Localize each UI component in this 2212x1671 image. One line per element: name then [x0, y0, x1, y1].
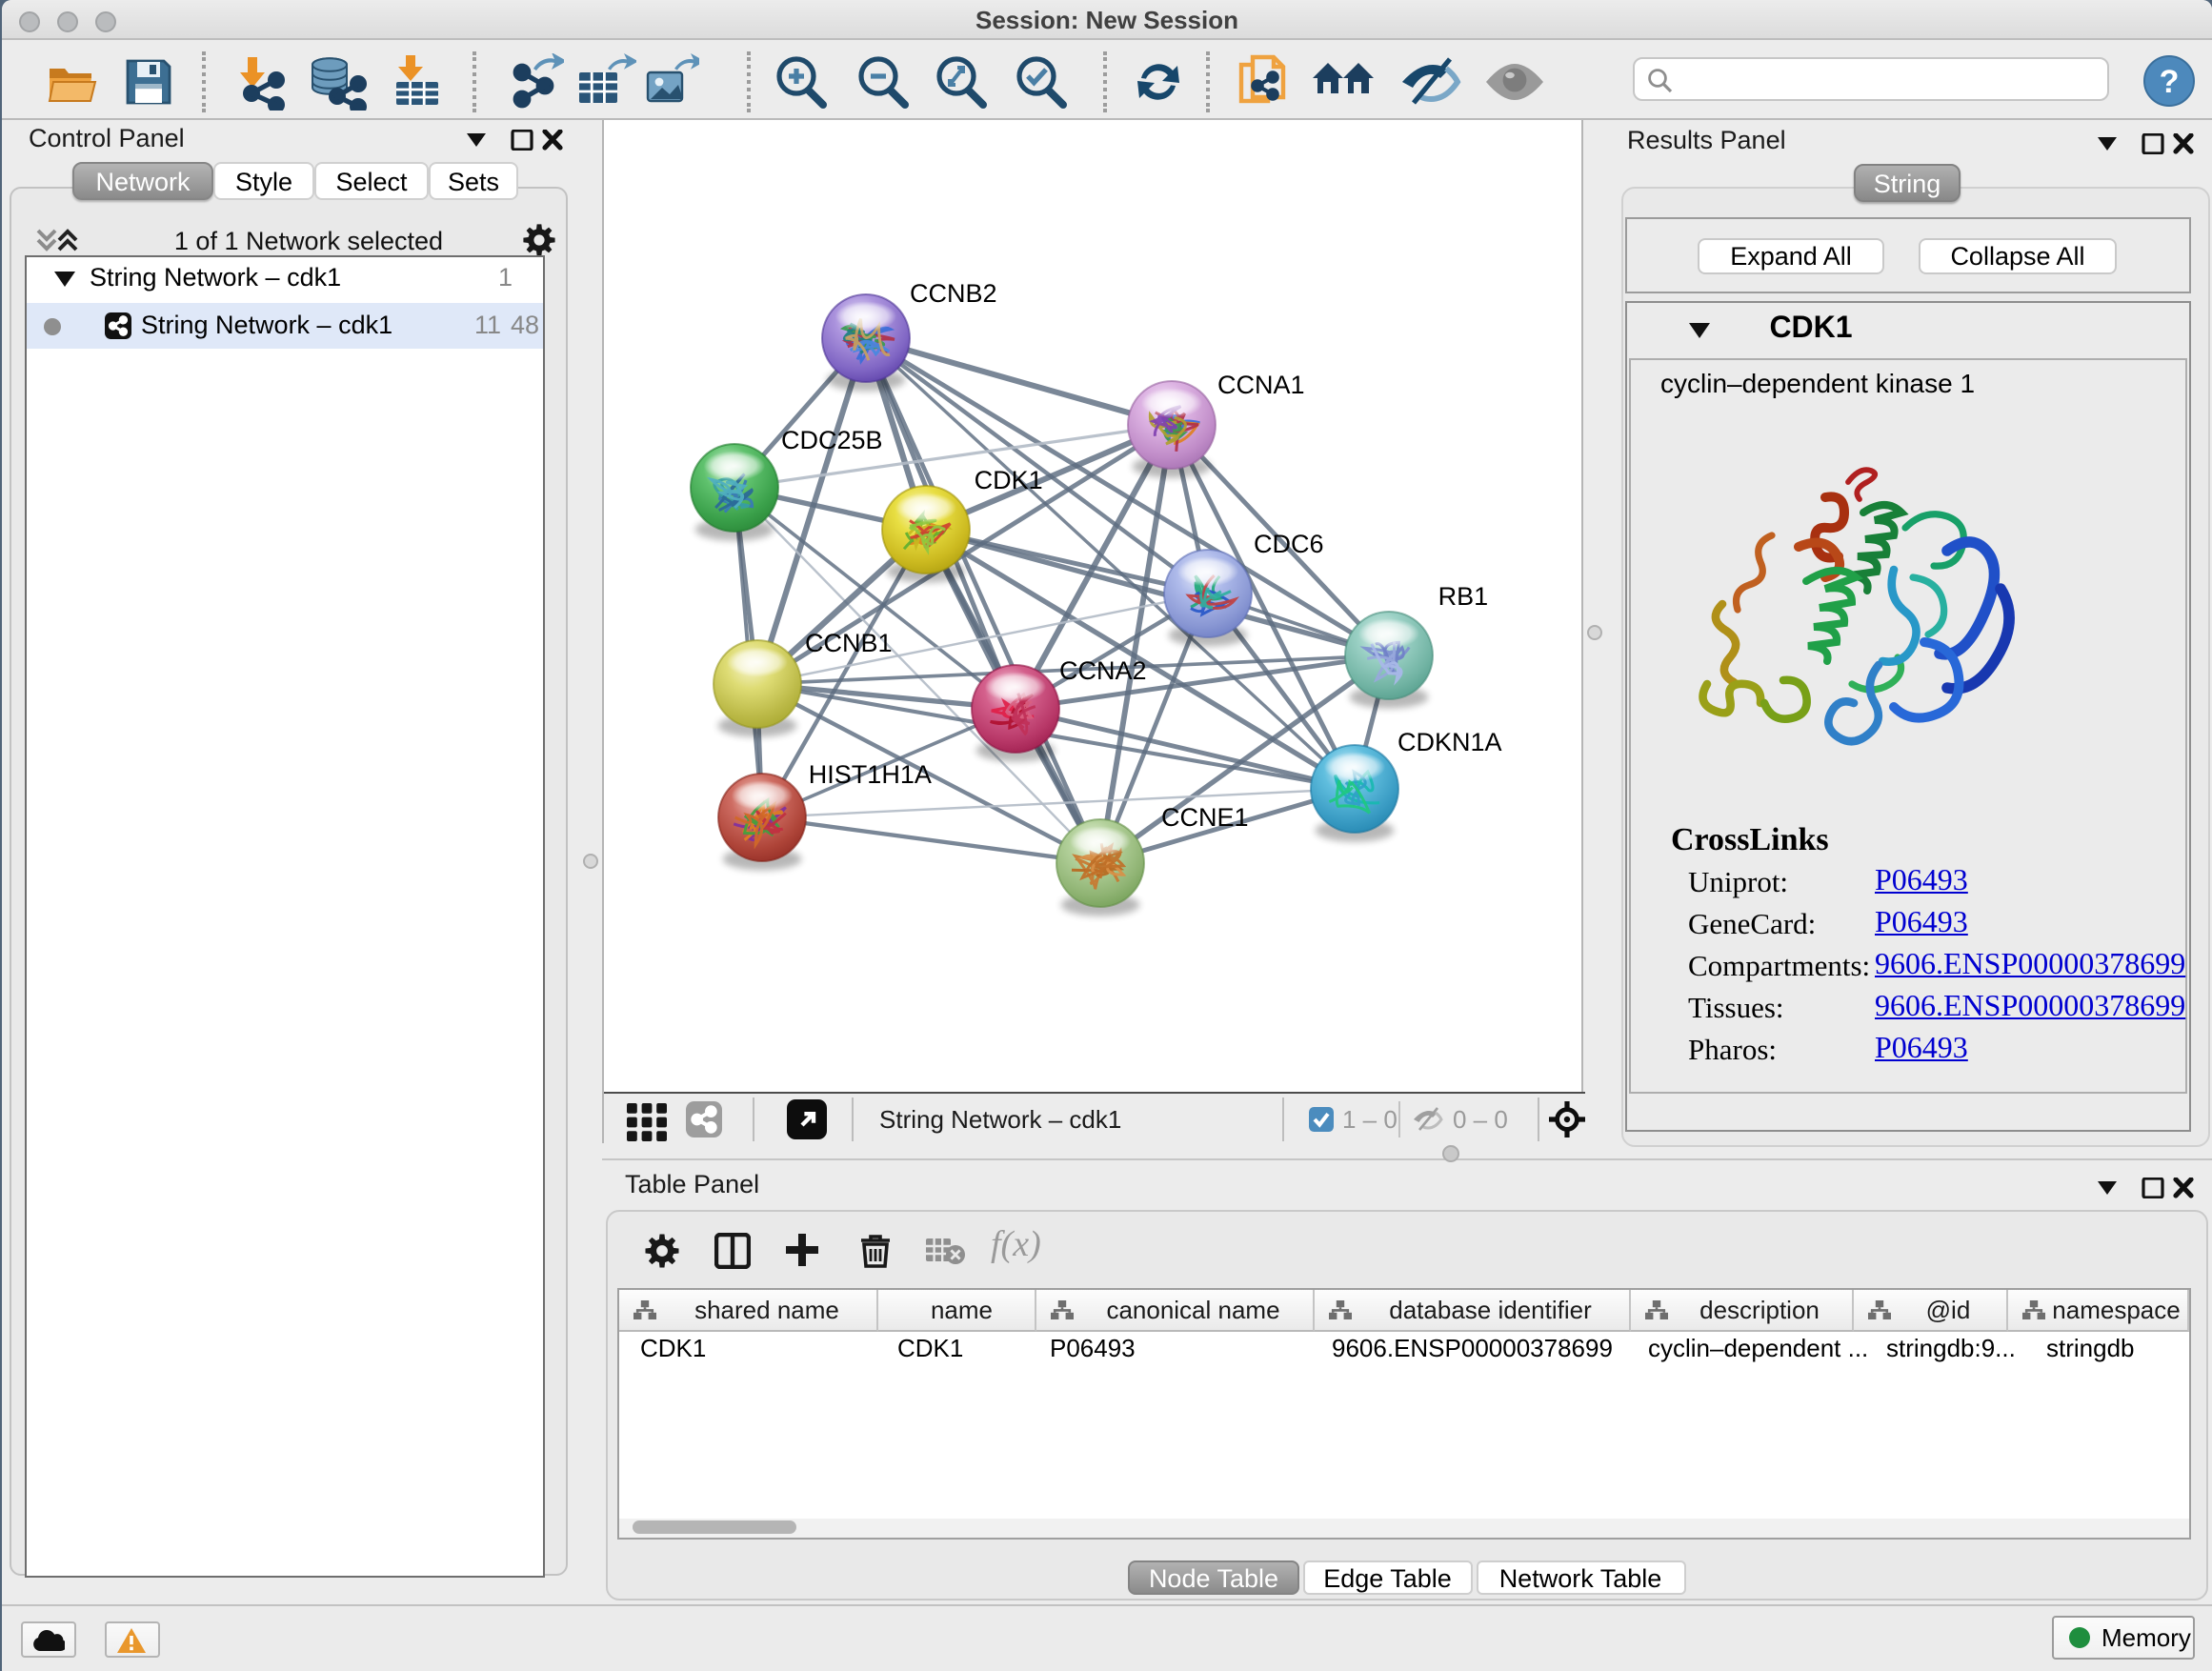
svg-text:CDC25B: CDC25B	[780, 426, 882, 454]
svg-text:CCNA1: CCNA1	[1217, 371, 1304, 399]
svg-text:CDKN1A: CDKN1A	[1397, 728, 1501, 756]
svg-text:CDK1: CDK1	[974, 466, 1042, 494]
svg-text:CCNB1: CCNB1	[804, 629, 892, 657]
svg-text:HIST1H1A: HIST1H1A	[808, 760, 931, 789]
svg-text:?: ?	[2160, 64, 2180, 100]
svg-text:CCNB2: CCNB2	[909, 279, 996, 308]
svg-text:CDC6: CDC6	[1253, 530, 1323, 558]
svg-text:RB1: RB1	[1438, 582, 1488, 611]
svg-text:CCNE1: CCNE1	[1160, 803, 1248, 832]
svg-text:CCNA2: CCNA2	[1058, 656, 1146, 685]
